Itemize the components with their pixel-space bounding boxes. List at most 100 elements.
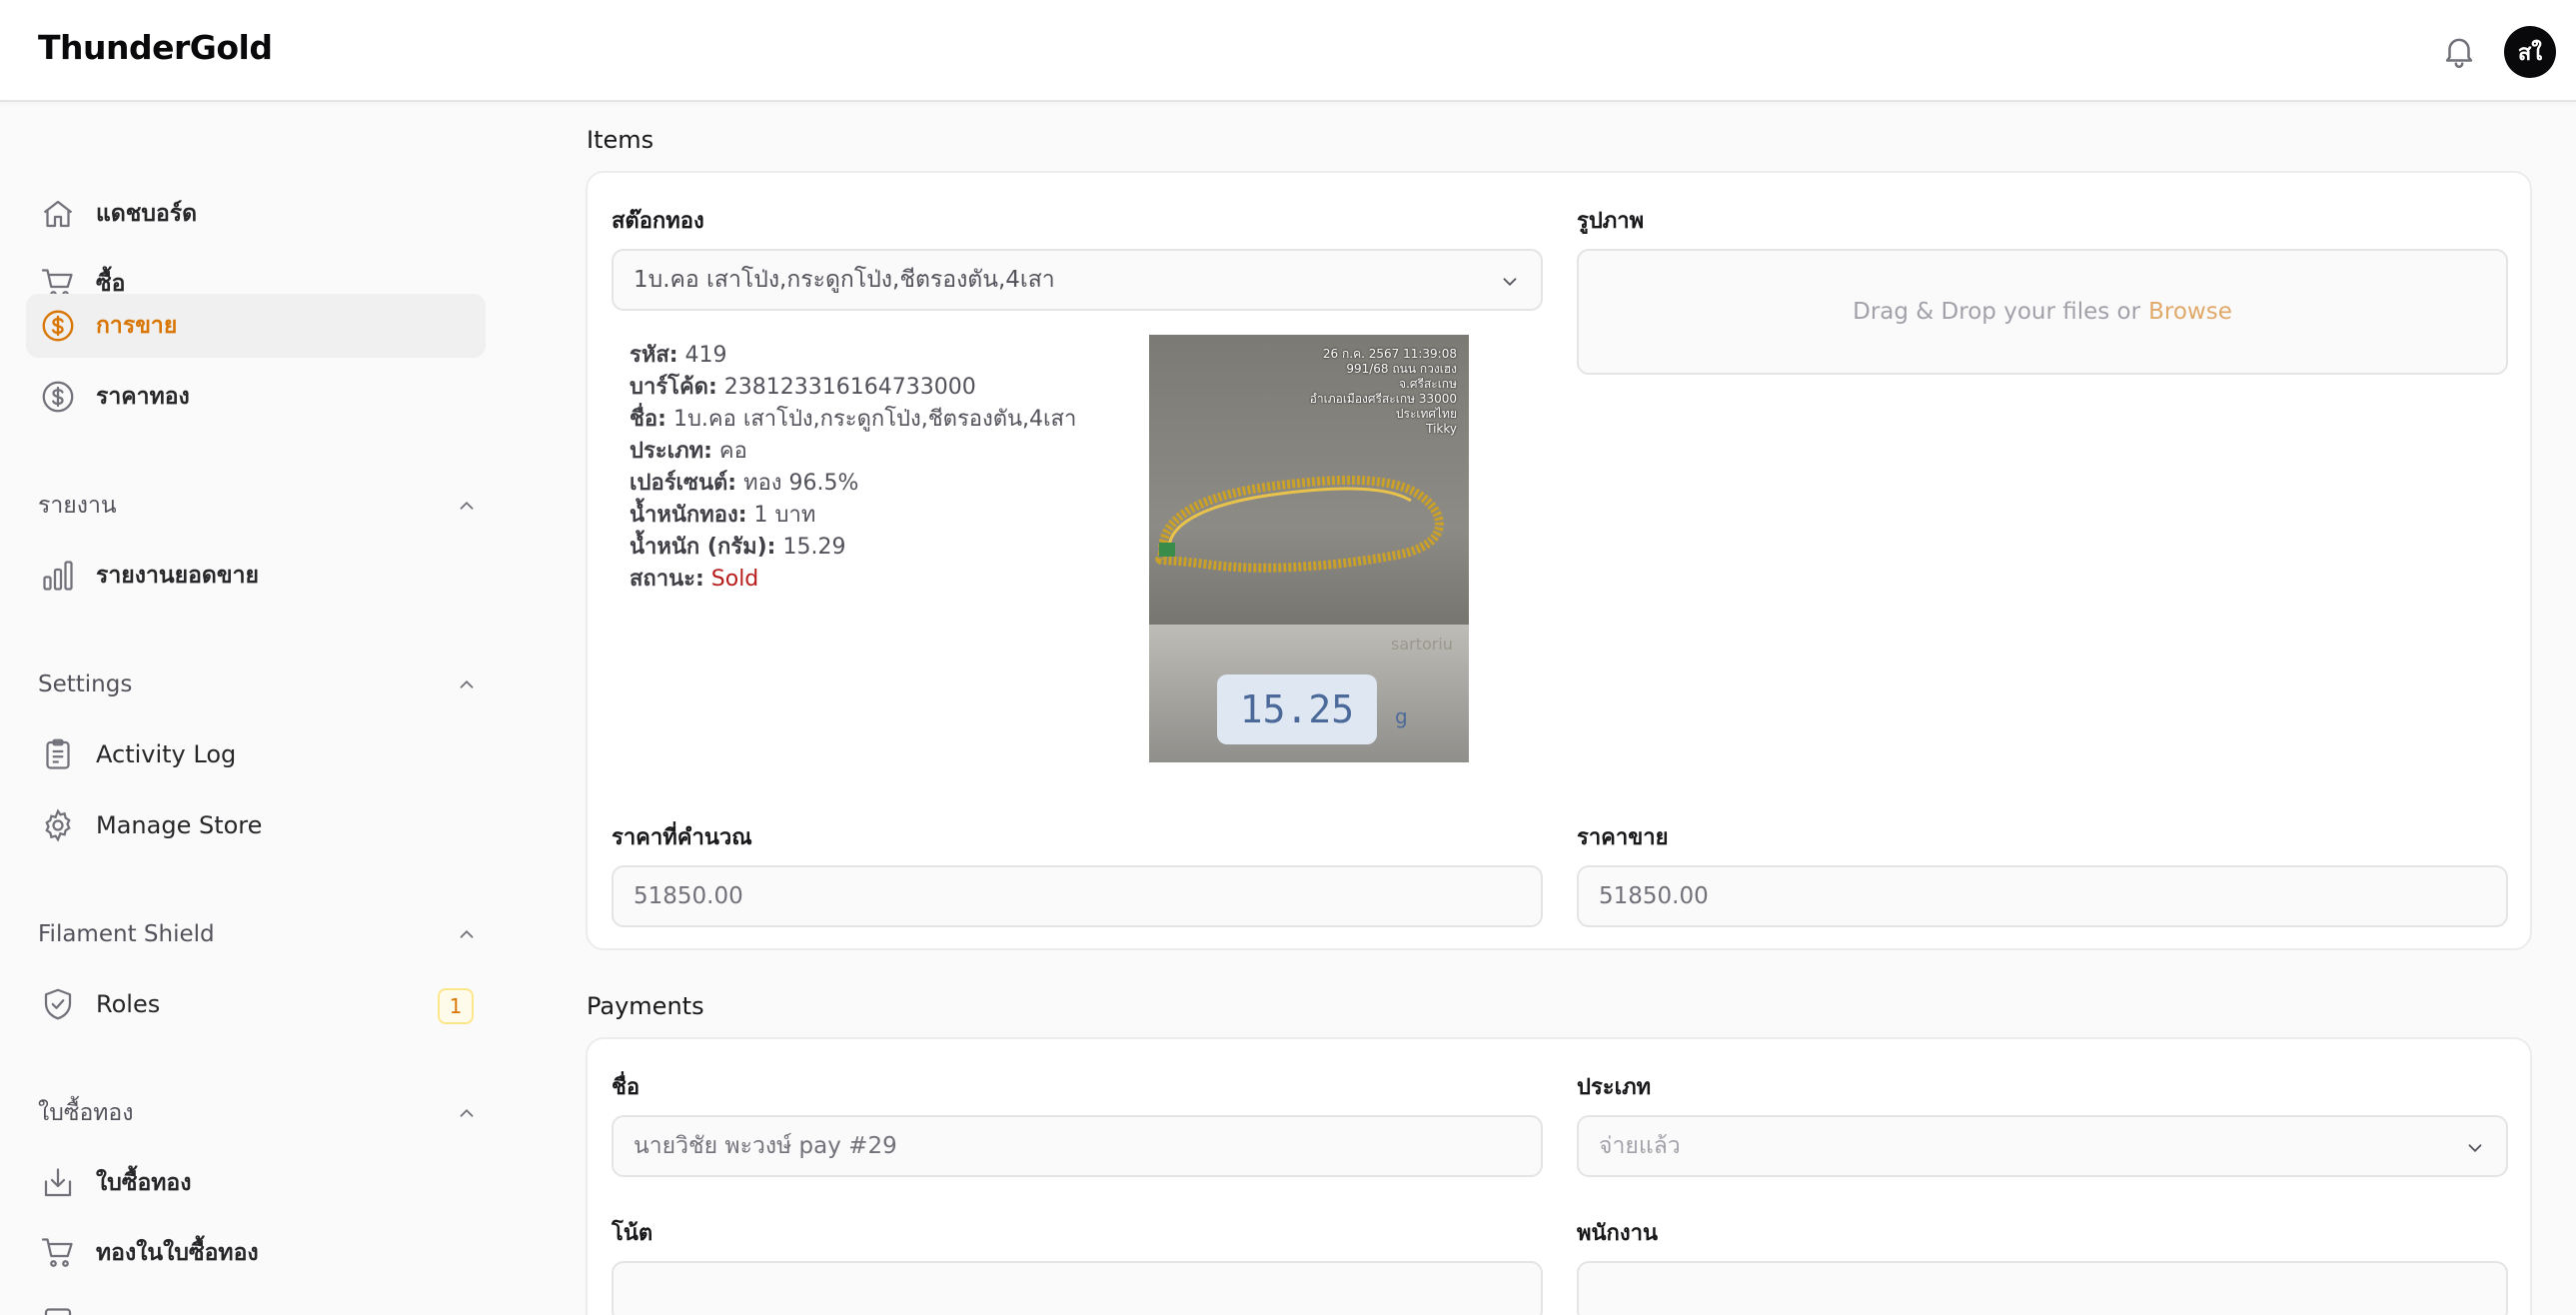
items-card: สต๊อกทอง 1บ.คอ เสาโป่ง,กระดูกโป่ง,ชีตรอง… [586,171,2532,950]
detail-gold-weight: น้ำหนักทอง: 1 บาท [630,497,815,532]
detail-label: ประเภท: [630,439,712,464]
sidebar-item-label: การขาย [96,313,178,339]
dropzone-text: Drag & Drop your files or [1853,299,2141,325]
stamp-line: จ.ศรีสะเกษ [1399,377,1457,391]
sidebar-item-sales-report[interactable]: รายงานยอดขาย [26,544,486,608]
stock-label: สต๊อกทอง [612,209,704,234]
detail-value: คอ [718,439,747,464]
stamp-line: ประเทศไทย [1395,407,1457,421]
avatar[interactable]: สใ [2504,26,2556,78]
browse-link[interactable]: Browse [2148,299,2232,325]
payment-type-label: ประเภท [1577,1075,1652,1100]
payer-name-value: นายวิชัย พะวงษ์ pay #29 [634,1133,897,1159]
detail-label: น้ำหนักทอง: [630,503,747,528]
sidebar-item-label: ราคาทอง [96,384,190,410]
payer-name-field[interactable]: นายวิชัย พะวงษ์ pay #29 [612,1115,1543,1177]
image-label: รูปภาพ [1577,209,1645,234]
group-label: Settings [38,671,133,697]
image-dropzone[interactable]: Drag & Drop your files or Browse [1577,249,2508,375]
note-label: โน้ต [612,1221,653,1246]
group-label: รายงาน [38,493,117,519]
sidebar-item-gold-in-receipt[interactable]: ทองในใบซื้อทอง [26,1221,486,1285]
note-field[interactable] [612,1261,1543,1315]
group-filament-shield-toggle[interactable]: Filament Shield [38,914,478,954]
sidebar-item-label: ใบซื้อทอง [96,1170,192,1196]
items-section-title: Items [587,126,654,154]
sell-price-value: 51850.00 [1599,883,1709,909]
sidebar-item-label: Activity Log [96,740,237,768]
calc-price-label: ราคาที่คำนวณ [612,825,752,850]
bar-chart-icon [43,561,73,591]
chevron-up-icon [460,679,474,688]
detail-label: รหัส: [630,343,678,368]
chevron-down-icon [2468,1144,2482,1153]
stamp-line: 26 ก.ค. 2567 11:39:08 [1322,347,1457,361]
calc-price-value: 51850.00 [634,883,743,909]
photo-timestamp: 26 ก.ค. 2567 11:39:08 991/68 ถนน กวงเฮง … [1310,347,1457,437]
detail-value: 1 บาท [753,503,816,528]
payments-card: ชื่อ นายวิชัย พะวงษ์ pay #29 ประเภท จ่าย… [586,1037,2532,1315]
detail-value: ทอง 96.5% [743,471,859,496]
shield-icon [44,988,72,1020]
detail-value: 15.29 [782,535,846,560]
sidebar-item-label: Roles [96,990,161,1018]
sidebar-item-gold-price[interactable]: ราคาทอง [26,365,486,429]
detail-value: 419 [684,343,727,368]
group-reports-toggle[interactable]: รายงาน [38,486,478,526]
detail-label: น้ำหนัก (กรัม): [630,535,776,560]
gear-icon [45,808,71,842]
detail-label: ชื่อ: [630,407,666,432]
sidebar-item-label: Manage Store [96,811,263,839]
dollar-icon [42,381,74,413]
sidebar-item-label: รายงานยอดขาย [96,563,259,589]
detail-barcode: บาร์โค้ด: 238123316164733000 [630,369,976,404]
detail-gram-weight: น้ำหนัก (กรัม): 15.29 [630,529,845,564]
sidebar-item-more[interactable] [26,1291,486,1315]
chevron-up-icon [460,929,474,938]
detail-label: เปอร์เซนต์: [630,471,737,496]
chevron-up-icon [460,501,474,510]
sidebar-item-sales[interactable]: การขาย [26,294,486,358]
sidebar-item-activity-log[interactable]: Activity Log [26,722,486,786]
gold-chain-drawing [1155,475,1444,573]
scale-brand-label: sartoriu [1391,635,1453,654]
scale-display: 15.25 [1217,674,1377,744]
stamp-line: 991/68 ถนน กวงเฮง [1346,362,1457,376]
sidebar-item-dashboard[interactable]: แดชบอร์ด [26,182,486,246]
product-photo[interactable]: 26 ก.ค. 2567 11:39:08 991/68 ถนน กวงเฮง … [1149,335,1469,762]
payment-type-select[interactable]: จ่ายแล้ว [1577,1115,2508,1177]
detail-name: ชื่อ: 1บ.คอ เสาโป่ง,กระดูกโป่ง,ชีตรองตัน… [630,401,1076,436]
staff-field[interactable] [1577,1261,2508,1315]
sidebar-item-manage-store[interactable]: Manage Store [26,793,486,857]
staff-label: พนักงาน [1577,1221,1658,1246]
sell-price-field[interactable]: 51850.00 [1577,865,2508,927]
detail-type: ประเภท: คอ [630,433,747,468]
document-icon [44,1308,72,1315]
roles-count-badge: 1 [438,988,474,1024]
detail-percent: เปอร์เซนต์: ทอง 96.5% [630,465,858,500]
group-label: ใบซื้อทอง [38,1100,134,1126]
calc-price-field[interactable]: 51850.00 [612,865,1543,927]
chevron-up-icon [460,1108,474,1117]
status-badge: Sold [710,567,759,592]
detail-label: สถานะ: [630,567,704,592]
group-settings-toggle[interactable]: Settings [38,664,478,704]
sidebar-item-label: แดชบอร์ด [96,201,198,227]
clipboard-icon [46,738,70,769]
dollar-icon [42,310,74,342]
sidebar-item-gold-receipt[interactable]: ใบซื้อทอง [26,1151,486,1215]
bell-icon[interactable] [2440,32,2478,70]
download-tray-icon [44,1168,72,1197]
sidebar-item-roles[interactable]: Roles 1 [26,972,486,1036]
brand-logo[interactable]: ThunderGold [38,28,273,67]
group-gold-receipts-toggle[interactable]: ใบซื้อทอง [38,1093,478,1133]
cart-icon [41,1238,73,1267]
stock-select[interactable]: 1บ.คอ เสาโป่ง,กระดูกโป่ง,ชีตรองตัน,4เสา [612,249,1543,311]
detail-status: สถานะ: Sold [630,561,758,596]
payer-name-label: ชื่อ [612,1075,641,1100]
sell-price-label: ราคาขาย [1577,825,1669,850]
payments-section-title: Payments [587,992,704,1020]
stamp-line: อำเภอเมืองศรีสะเกษ 33000 [1309,392,1457,406]
detail-value: 238123316164733000 [723,375,976,400]
sidebar: แดชบอร์ด ซื้อ การขาย ราคาทอง รายงาน รายง… [0,102,510,1315]
